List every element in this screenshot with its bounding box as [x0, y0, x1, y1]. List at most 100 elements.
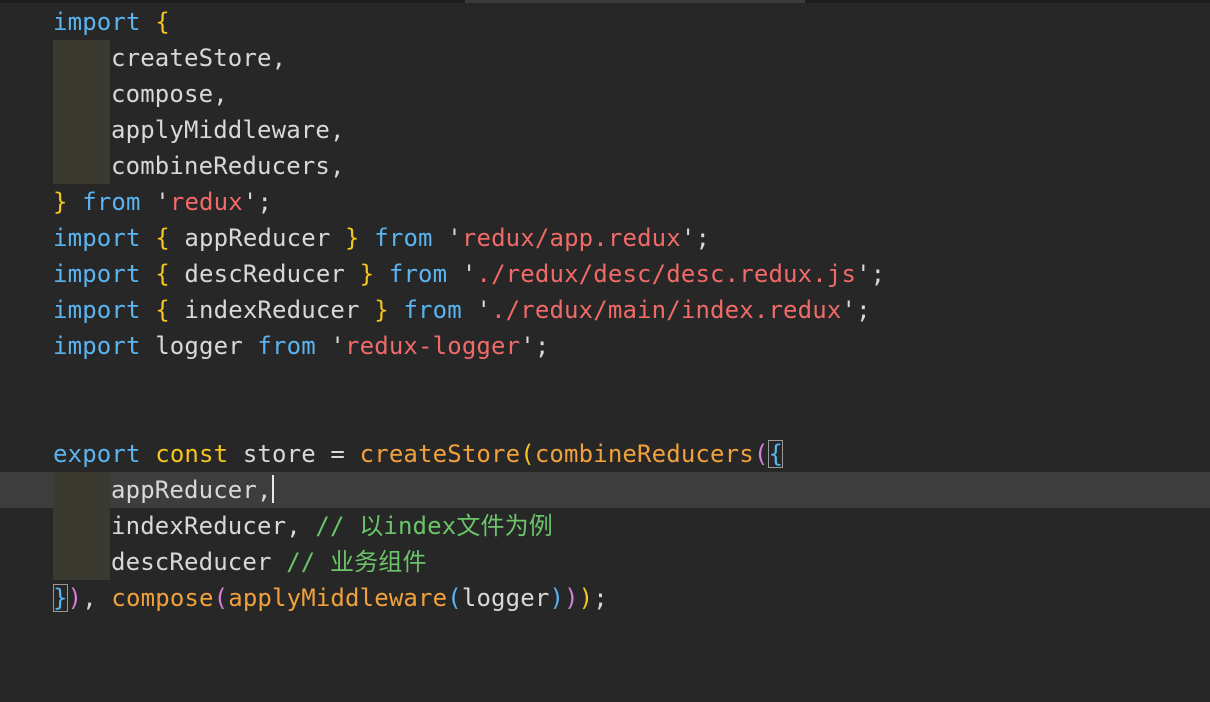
token-punct: , [330, 116, 345, 144]
token-brace: { [155, 8, 170, 36]
token-paren: ) [578, 584, 594, 612]
token-quote: ' [447, 224, 462, 252]
token-keyword: from [257, 332, 316, 360]
token-brace: } [53, 188, 68, 216]
token-comment: // 业务组件 [286, 548, 427, 576]
token-identifier: indexReducer [111, 512, 287, 540]
token-punct: ; [856, 296, 871, 324]
code-line[interactable]: import logger from 'redux-logger'; [0, 328, 1210, 364]
code-line-empty[interactable] [0, 364, 1210, 400]
code-line[interactable]: import { [0, 4, 1210, 40]
code-line[interactable]: applyMiddleware, [0, 112, 1210, 148]
token-quote: ' [155, 188, 170, 216]
token-brace-matched: } [53, 584, 68, 612]
token-punct: , [82, 584, 112, 612]
token-brace: } [359, 260, 375, 288]
token-punct: ; [534, 332, 550, 360]
indent-guide [53, 40, 110, 76]
code-line[interactable]: } from 'redux'; [0, 184, 1210, 220]
token-paren: ( [213, 584, 229, 612]
token-identifier: indexReducer [169, 296, 375, 324]
token-punct: ; [593, 584, 608, 612]
token-quote: ' [330, 332, 346, 360]
token-string: redux/app.redux [461, 224, 681, 252]
token-function: createStore [359, 440, 521, 468]
code-line[interactable]: export const store = createStore(combine… [0, 436, 1210, 472]
code-line[interactable]: }), compose(applyMiddleware(logger))); [0, 580, 1210, 616]
token-brace: } [345, 224, 360, 252]
token-paren: ) [549, 584, 565, 612]
token-keyword: import [53, 296, 141, 324]
token-brace-matched: { [768, 440, 784, 468]
code-line[interactable]: import { appReducer } from 'redux/app.re… [0, 220, 1210, 256]
token-quote: ' [841, 296, 857, 324]
token-function: applyMiddleware [228, 584, 448, 612]
token-punct: , [213, 80, 228, 108]
token-string: redux-logger [345, 332, 521, 360]
token-punct: , [257, 476, 272, 504]
token-identifier: store = [228, 440, 360, 468]
token-brace: { [155, 260, 170, 288]
token-quote: ' [856, 260, 871, 288]
tab-bar-edge [0, 0, 1210, 3]
token-quote: ' [680, 224, 696, 252]
token-string: redux [169, 188, 243, 216]
token-paren: ( [753, 440, 769, 468]
indent-guide [53, 508, 110, 544]
token-keyword: import [53, 260, 141, 288]
token-identifier: appReducer [169, 224, 346, 252]
token-paren: ) [67, 584, 83, 612]
indent-guide [53, 112, 110, 148]
token-paren: ( [520, 440, 535, 468]
code-line[interactable]: import { descReducer } from './redux/des… [0, 256, 1210, 292]
token-quote: ' [476, 296, 492, 324]
text-caret [271, 475, 274, 503]
code-line-active[interactable]: appReducer, [0, 472, 1210, 508]
code-line[interactable]: compose, [0, 76, 1210, 112]
code-line[interactable]: indexReducer, // 以index文件为例 [0, 508, 1210, 544]
token-identifier: logger [461, 584, 550, 612]
token-identifier: combineReducers [111, 152, 330, 180]
token-punct: , [286, 512, 316, 540]
code-line[interactable]: createStore, [0, 40, 1210, 76]
token-punct: ; [257, 188, 273, 216]
code-line-empty[interactable] [0, 400, 1210, 436]
token-quote: ' [461, 260, 477, 288]
indent-guide [53, 76, 110, 112]
token-keyword: const [155, 440, 229, 468]
token-identifier: appReducer [111, 476, 257, 504]
code-line[interactable]: descReducer // 业务组件 [0, 544, 1210, 580]
token-keyword: from [374, 224, 433, 252]
token-paren: ) [564, 584, 579, 612]
token-keyword: import [53, 224, 141, 252]
code-line[interactable]: import { indexReducer } from './redux/ma… [0, 292, 1210, 328]
token-brace: } [374, 296, 389, 324]
token-keyword: from [82, 188, 141, 216]
token-comment: // 以index文件为例 [315, 512, 553, 540]
indent-guide [53, 544, 110, 580]
token-brace: { [155, 224, 170, 252]
token-punct: ; [695, 224, 711, 252]
code-area[interactable]: import { createStore, compose, applyMidd… [0, 4, 1210, 616]
token-keyword: from [403, 296, 462, 324]
code-line[interactable]: combineReducers, [0, 148, 1210, 184]
indent-guide [53, 472, 110, 508]
token-punct: , [271, 44, 287, 72]
token-identifier: descReducer [111, 548, 272, 576]
code-editor[interactable]: import { createStore, compose, applyMidd… [0, 0, 1210, 702]
token-string: ./redux/desc/desc.redux.js [476, 260, 857, 288]
